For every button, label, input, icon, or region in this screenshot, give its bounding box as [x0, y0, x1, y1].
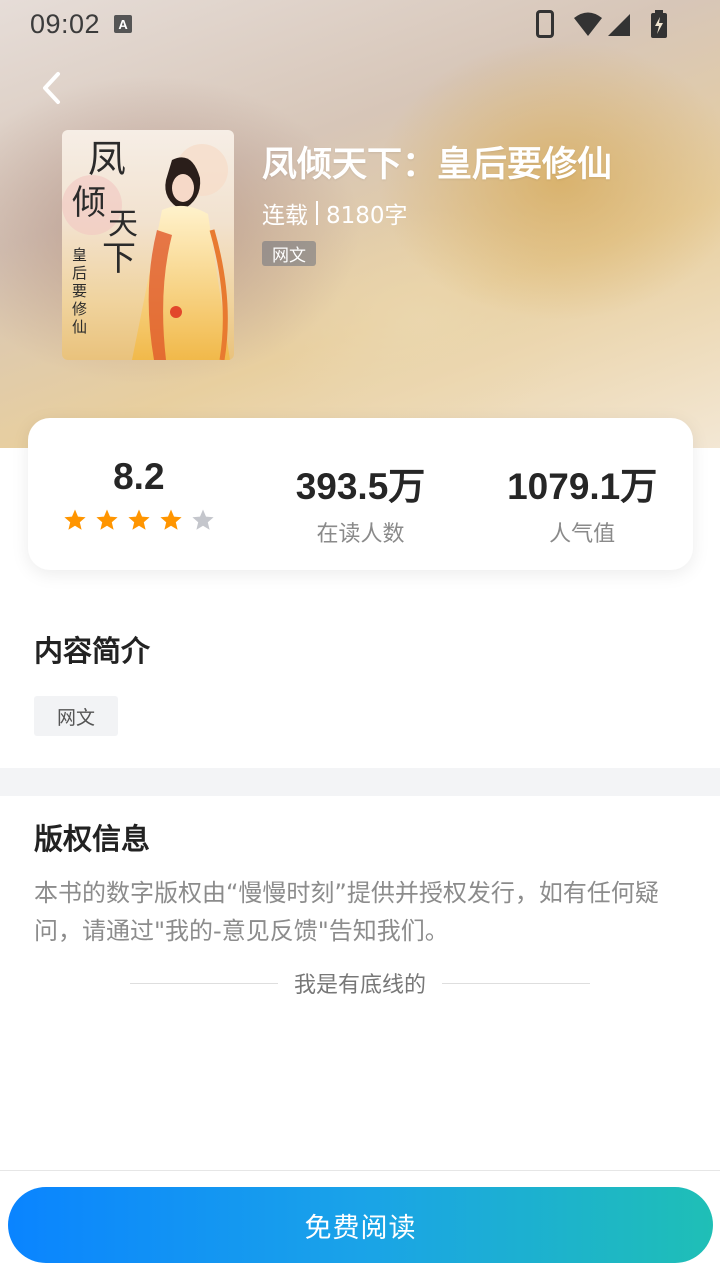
book-cover-art: 凤 倾 天 下 皇 后 要 修 仙: [62, 137, 230, 360]
stats-card: 8.2 393.5万 在读人数 1079.1万 人气值: [28, 418, 693, 570]
end-of-content: 我是有底线的: [130, 966, 591, 1000]
book-title: 凤倾天下：皇后要修仙: [262, 145, 613, 185]
popularity-label: 人气值: [549, 522, 616, 547]
svg-text:倾: 倾: [72, 183, 106, 223]
book-cover: 凤 倾 天 下 皇 后 要 修 仙: [62, 130, 234, 360]
book-header-background: 09:02 A 凤 倾 天 下 皇 后 要 修 仙 凤倾天下：皇后要修仙 连载 …: [0, 0, 720, 448]
svg-text:要: 要: [72, 282, 87, 300]
star-filled-icon: [160, 509, 182, 530]
end-line-left: [130, 982, 278, 984]
book-status: 连载: [262, 203, 308, 229]
signal-icon: [574, 12, 630, 36]
free-read-button[interactable]: 免费阅读: [8, 1187, 713, 1263]
svg-text:皇: 皇: [72, 246, 87, 264]
copyright-text: 本书的数字版权由“慢慢时刻”提供并授权发行，如有任何疑问，请通过"我的-意见反馈…: [34, 879, 659, 945]
back-button[interactable]: [34, 68, 74, 108]
status-time: 09:02: [30, 8, 101, 39]
footer-divider: [0, 1170, 720, 1171]
battery-icon: [651, 10, 667, 38]
readers-stat: 393.5万 在读人数: [250, 418, 472, 570]
keyboard-a-icon: A: [114, 15, 133, 33]
copyright-section-title: 版权信息: [34, 822, 151, 856]
phone-icon: [536, 10, 554, 38]
popularity-value: 1079.1万: [507, 466, 658, 507]
rating-stars: [63, 508, 215, 532]
svg-text:修: 修: [72, 300, 87, 318]
popularity-stat: 1079.1万 人气值: [471, 418, 693, 570]
intro-section-title: 内容简介: [34, 634, 151, 668]
star-filled-icon: [128, 509, 150, 530]
end-of-content-text: 我是有底线的: [294, 973, 427, 998]
svg-text:天: 天: [108, 207, 138, 242]
section-divider: [0, 768, 720, 796]
readers-value: 393.5万: [295, 466, 426, 507]
status-icons: [536, 10, 668, 38]
book-meta: 连载 8180字: [262, 196, 408, 230]
svg-text:仙: 仙: [72, 318, 87, 336]
readers-label: 在读人数: [316, 522, 405, 547]
rating-value: 8.2: [113, 456, 165, 497]
book-word-count: 8180字: [326, 203, 408, 229]
svg-text:凤: 凤: [88, 137, 126, 181]
status-bar: 09:02 A: [0, 0, 720, 48]
book-genre-tag: 网文: [262, 241, 316, 266]
star-empty-icon: [192, 509, 214, 530]
intro-genre-tag[interactable]: 网文: [34, 696, 118, 736]
end-line-right: [442, 982, 591, 984]
meta-divider: [316, 201, 318, 225]
star-filled-icon: [96, 509, 118, 530]
star-filled-icon: [64, 509, 86, 530]
svg-text:下: 下: [102, 239, 136, 279]
rating-stat: 8.2: [28, 418, 250, 570]
svg-text:后: 后: [72, 264, 87, 282]
